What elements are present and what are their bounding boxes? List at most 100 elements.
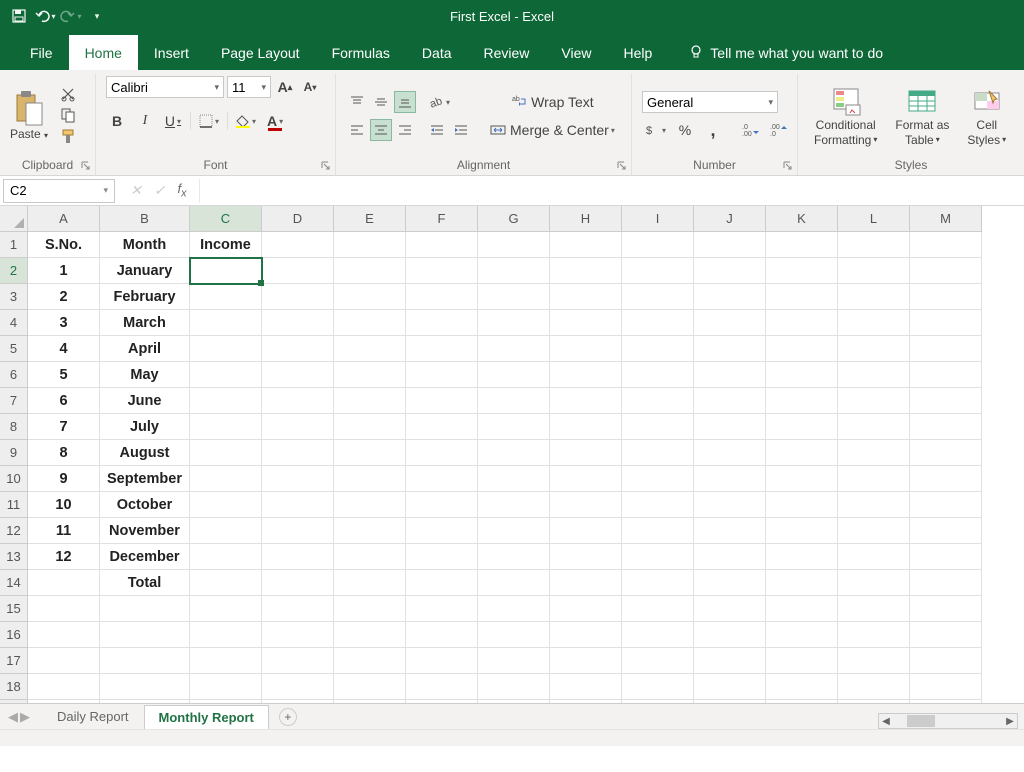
- cell[interactable]: [406, 466, 478, 492]
- cell[interactable]: [838, 648, 910, 674]
- paste-label[interactable]: Paste ▾: [10, 127, 48, 141]
- cell[interactable]: [694, 336, 766, 362]
- align-bottom-icon[interactable]: [394, 91, 416, 113]
- row-header[interactable]: 13: [0, 544, 28, 570]
- cell[interactable]: 1: [28, 258, 100, 284]
- cell[interactable]: [550, 362, 622, 388]
- cell[interactable]: [766, 232, 838, 258]
- cell[interactable]: [838, 310, 910, 336]
- cell[interactable]: [190, 622, 262, 648]
- cell[interactable]: [190, 674, 262, 700]
- cell[interactable]: [766, 362, 838, 388]
- cell[interactable]: [406, 336, 478, 362]
- cell[interactable]: [262, 284, 334, 310]
- cell[interactable]: [622, 622, 694, 648]
- cell[interactable]: 3: [28, 310, 100, 336]
- cell[interactable]: [406, 544, 478, 570]
- cell[interactable]: [334, 466, 406, 492]
- cell[interactable]: [406, 258, 478, 284]
- cell[interactable]: [622, 492, 694, 518]
- dialog-launcher-alignment[interactable]: [617, 161, 627, 171]
- cell[interactable]: [406, 310, 478, 336]
- cell[interactable]: Month: [100, 232, 190, 258]
- cell[interactable]: [189, 257, 263, 285]
- cell[interactable]: [838, 674, 910, 700]
- cell[interactable]: [910, 570, 982, 596]
- cell[interactable]: [694, 310, 766, 336]
- number-format-select[interactable]: General▾: [642, 91, 778, 113]
- cell[interactable]: [262, 336, 334, 362]
- cell[interactable]: Income: [190, 232, 262, 258]
- cell[interactable]: [334, 284, 406, 310]
- cell[interactable]: [262, 440, 334, 466]
- cell[interactable]: [190, 336, 262, 362]
- cell[interactable]: [622, 310, 694, 336]
- cell[interactable]: [622, 596, 694, 622]
- cell[interactable]: 2: [28, 284, 100, 310]
- increase-decimal-icon[interactable]: .0.00: [740, 119, 762, 141]
- cell[interactable]: [766, 336, 838, 362]
- cell[interactable]: [100, 596, 190, 622]
- cell[interactable]: [478, 622, 550, 648]
- cell[interactable]: [550, 336, 622, 362]
- cell[interactable]: [190, 492, 262, 518]
- cell[interactable]: [838, 362, 910, 388]
- cell[interactable]: [334, 258, 406, 284]
- qat-customize-icon[interactable]: ▾: [86, 5, 108, 27]
- cell[interactable]: [478, 258, 550, 284]
- cell[interactable]: [406, 518, 478, 544]
- cell[interactable]: 5: [28, 362, 100, 388]
- cell[interactable]: [100, 622, 190, 648]
- cell[interactable]: [478, 310, 550, 336]
- cell[interactable]: [550, 674, 622, 700]
- cell[interactable]: [838, 388, 910, 414]
- cell[interactable]: [622, 336, 694, 362]
- decrease-decimal-icon[interactable]: .00.0: [768, 119, 790, 141]
- cell[interactable]: [622, 544, 694, 570]
- cell[interactable]: [334, 622, 406, 648]
- row-header[interactable]: 6: [0, 362, 28, 388]
- cell[interactable]: S.No.: [28, 232, 100, 258]
- format-as-table-button[interactable]: Format as Table▾: [889, 85, 955, 147]
- cell[interactable]: [406, 284, 478, 310]
- col-header[interactable]: M: [910, 206, 982, 232]
- cell[interactable]: December: [100, 544, 190, 570]
- cell[interactable]: [550, 440, 622, 466]
- cell-styles-button[interactable]: Cell Styles▾: [961, 85, 1012, 147]
- cell[interactable]: [550, 258, 622, 284]
- cell[interactable]: [190, 362, 262, 388]
- formula-input[interactable]: [199, 179, 1024, 203]
- cell[interactable]: [838, 544, 910, 570]
- row-header[interactable]: 1: [0, 232, 28, 258]
- cell[interactable]: [334, 570, 406, 596]
- cell[interactable]: [838, 232, 910, 258]
- cell[interactable]: [190, 466, 262, 492]
- cell[interactable]: [262, 544, 334, 570]
- cell[interactable]: [190, 544, 262, 570]
- cell[interactable]: [910, 310, 982, 336]
- cell[interactable]: [478, 336, 550, 362]
- cell[interactable]: [262, 414, 334, 440]
- row-header[interactable]: 15: [0, 596, 28, 622]
- cell[interactable]: [262, 622, 334, 648]
- copy-icon[interactable]: [60, 107, 78, 125]
- cell[interactable]: [838, 622, 910, 648]
- row-header[interactable]: 18: [0, 674, 28, 700]
- cell[interactable]: [838, 440, 910, 466]
- row-header[interactable]: 12: [0, 518, 28, 544]
- cell[interactable]: [478, 284, 550, 310]
- cell[interactable]: [406, 648, 478, 674]
- cell[interactable]: July: [100, 414, 190, 440]
- col-header[interactable]: A: [28, 206, 100, 232]
- cell[interactable]: [694, 648, 766, 674]
- cell[interactable]: [550, 388, 622, 414]
- cell[interactable]: [550, 648, 622, 674]
- cell[interactable]: [262, 492, 334, 518]
- cell[interactable]: [190, 388, 262, 414]
- sheet-tab-monthly[interactable]: Monthly Report: [144, 705, 269, 730]
- row-header[interactable]: 11: [0, 492, 28, 518]
- sheet-nav-prev-icon[interactable]: ◀: [8, 709, 18, 725]
- increase-font-icon[interactable]: A▴: [274, 76, 296, 98]
- cell[interactable]: [622, 466, 694, 492]
- cell[interactable]: January: [100, 258, 190, 284]
